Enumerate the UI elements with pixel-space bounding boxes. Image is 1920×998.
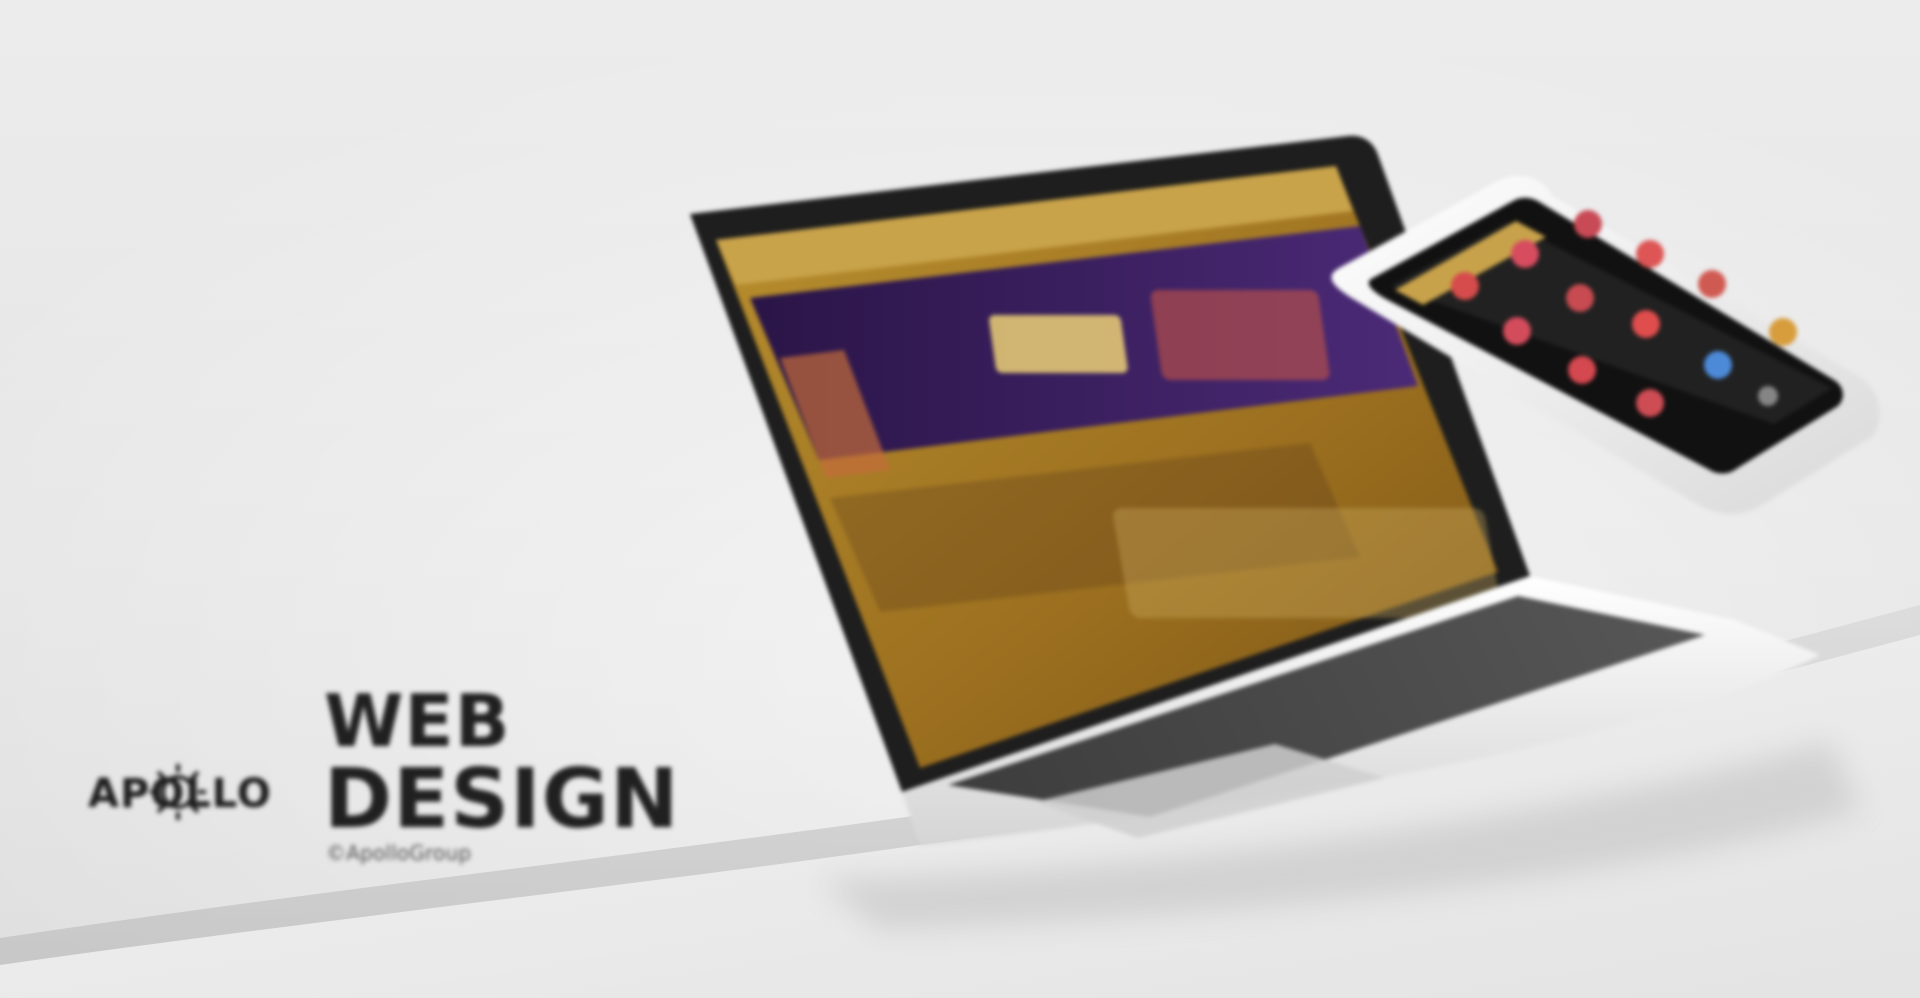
phone-game-icon bbox=[1636, 240, 1664, 268]
heading-line-2: DESIGN bbox=[324, 752, 680, 847]
phone-game-icon bbox=[1636, 389, 1664, 417]
phone-game-icon bbox=[1632, 310, 1660, 338]
laptop-screen-banner-text-block bbox=[989, 315, 1128, 373]
heading-line-1: WEB bbox=[324, 679, 511, 763]
phone-game-icon bbox=[1568, 356, 1596, 384]
laptop-screen-game-tiles bbox=[1150, 290, 1330, 380]
subtitle: ©ApolloGroup bbox=[326, 841, 472, 865]
phone-game-icon bbox=[1511, 240, 1539, 268]
brand-block: APOLLO WEB DESIGN ©ApolloGroup bbox=[86, 679, 679, 883]
phone-home-button bbox=[1758, 386, 1778, 406]
phone-game-icon bbox=[1503, 317, 1531, 345]
phone-game-icon bbox=[1451, 272, 1479, 300]
laptop-screen-hero-image bbox=[1113, 508, 1502, 618]
phone-game-icon bbox=[1574, 210, 1602, 238]
phone-game-icon bbox=[1704, 351, 1732, 379]
phone-game-icon bbox=[1698, 270, 1726, 298]
apollo-logo: APOLLO bbox=[88, 764, 271, 820]
phone-game-icon bbox=[1566, 284, 1594, 312]
phone-game-icon bbox=[1769, 318, 1797, 346]
hero-banner: APOLLO WEB DESIGN ©ApolloGroup bbox=[0, 0, 1920, 998]
